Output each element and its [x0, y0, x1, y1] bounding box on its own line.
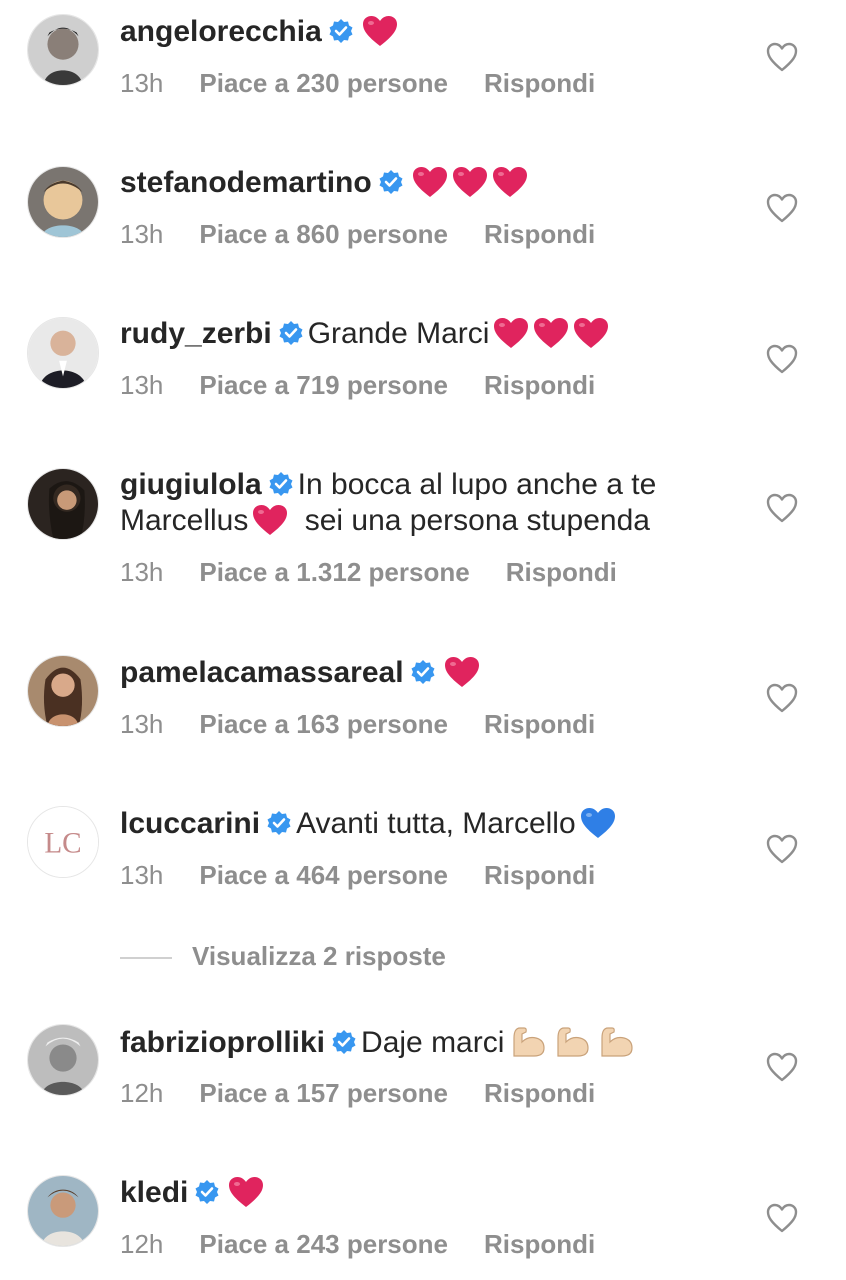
comment-text: Grande Marci [307, 317, 490, 350]
likes-count-link[interactable]: Piace a 1.312 persone [199, 557, 469, 587]
reply-button[interactable]: Rispondi [484, 370, 595, 400]
comment-time: 12h [120, 1078, 164, 1108]
heart-outline-icon[interactable] [766, 493, 798, 523]
username[interactable]: kledi [120, 1176, 188, 1209]
reply-button[interactable]: Rispondi [484, 1229, 595, 1259]
red-heart-emoji [228, 1176, 264, 1208]
avatar[interactable]: LC [27, 806, 99, 878]
red-heart-emoji [573, 317, 609, 349]
likes-count-link[interactable]: Piace a 243 persone [199, 1229, 448, 1259]
reply-button[interactable]: Rispondi [484, 1078, 595, 1108]
username[interactable]: pamelacamassareal [120, 656, 404, 689]
avatar[interactable] [27, 166, 99, 238]
heart-outline-icon[interactable] [766, 683, 798, 713]
heart-outline-icon[interactable] [766, 344, 798, 374]
avatar[interactable] [27, 317, 99, 389]
comment-text: Marcellus [120, 504, 249, 537]
avatar[interactable] [27, 1024, 99, 1096]
red-heart-emoji [493, 317, 529, 349]
avatar[interactable] [27, 1175, 99, 1247]
heart-outline-icon[interactable] [766, 1052, 798, 1082]
username[interactable]: fabrizioprolliki [120, 1026, 325, 1059]
comment-text: sei una persona stupenda [304, 504, 650, 537]
flexed-biceps-emoji [508, 1024, 548, 1058]
likes-count-link[interactable]: Piace a 719 persone [199, 370, 448, 400]
reply-button[interactable]: Rispondi [484, 68, 595, 98]
username[interactable]: lcuccarini [120, 807, 260, 840]
red-heart-emoji [444, 656, 480, 688]
red-heart-emoji [452, 166, 488, 198]
red-heart-emoji [492, 166, 528, 198]
likes-count-link[interactable]: Piace a 464 persone [199, 860, 448, 890]
likes-count-link[interactable]: Piace a 163 persone [199, 709, 448, 739]
likes-count-link[interactable]: Piace a 157 persone [199, 1078, 448, 1108]
likes-count-link[interactable]: Piace a 860 persone [199, 219, 448, 249]
comment-text: Daje marci [361, 1026, 505, 1059]
red-heart-emoji [252, 504, 288, 536]
reply-button[interactable]: Rispondi [484, 709, 595, 739]
comment-time: 13h [120, 709, 164, 739]
verified-badge-icon [194, 1179, 220, 1205]
heart-outline-icon[interactable] [766, 834, 798, 864]
reply-button[interactable]: Rispondi [506, 557, 617, 587]
avatar[interactable] [27, 14, 99, 86]
comment-text: Avanti tutta, Marcello [296, 807, 576, 840]
comment-time: 13h [120, 557, 164, 587]
red-heart-emoji [412, 166, 448, 198]
reply-button[interactable]: Rispondi [484, 860, 595, 890]
view-replies-label: Visualizza 2 risposte [192, 941, 446, 971]
verified-badge-icon [410, 659, 436, 685]
verified-badge-icon [268, 471, 294, 497]
verified-badge-icon [278, 320, 304, 346]
verified-badge-icon [378, 169, 404, 195]
comment-time: 13h [120, 219, 164, 249]
red-heart-emoji [362, 15, 398, 47]
divider-line [120, 957, 172, 960]
likes-count-link[interactable]: Piace a 230 persone [199, 68, 448, 98]
red-heart-emoji [533, 317, 569, 349]
heart-outline-icon[interactable] [766, 193, 798, 223]
avatar[interactable] [27, 655, 99, 727]
comment-time: 12h [120, 1229, 164, 1259]
avatar[interactable] [27, 468, 99, 540]
username[interactable]: giugiulola [120, 468, 262, 501]
comment-text: In bocca al lupo anche a te [297, 468, 657, 501]
verified-badge-icon [328, 18, 354, 44]
reply-button[interactable]: Rispondi [484, 219, 595, 249]
username[interactable]: angelorecchia [120, 15, 322, 48]
flexed-biceps-emoji [552, 1024, 592, 1058]
blue-heart-emoji [580, 807, 616, 839]
verified-badge-icon [331, 1029, 357, 1055]
heart-outline-icon[interactable] [766, 1203, 798, 1233]
comment-time: 13h [120, 370, 164, 400]
flexed-biceps-emoji [596, 1024, 636, 1058]
comment-time: 13h [120, 860, 164, 890]
verified-badge-icon [266, 810, 292, 836]
comment-time: 13h [120, 68, 164, 98]
avatar-monogram: LC [44, 828, 81, 860]
username[interactable]: stefanodemartino [120, 166, 372, 199]
username[interactable]: rudy_zerbi [120, 317, 272, 350]
heart-outline-icon[interactable] [766, 42, 798, 72]
view-replies-button[interactable]: Visualizza 2 risposte [120, 940, 446, 972]
